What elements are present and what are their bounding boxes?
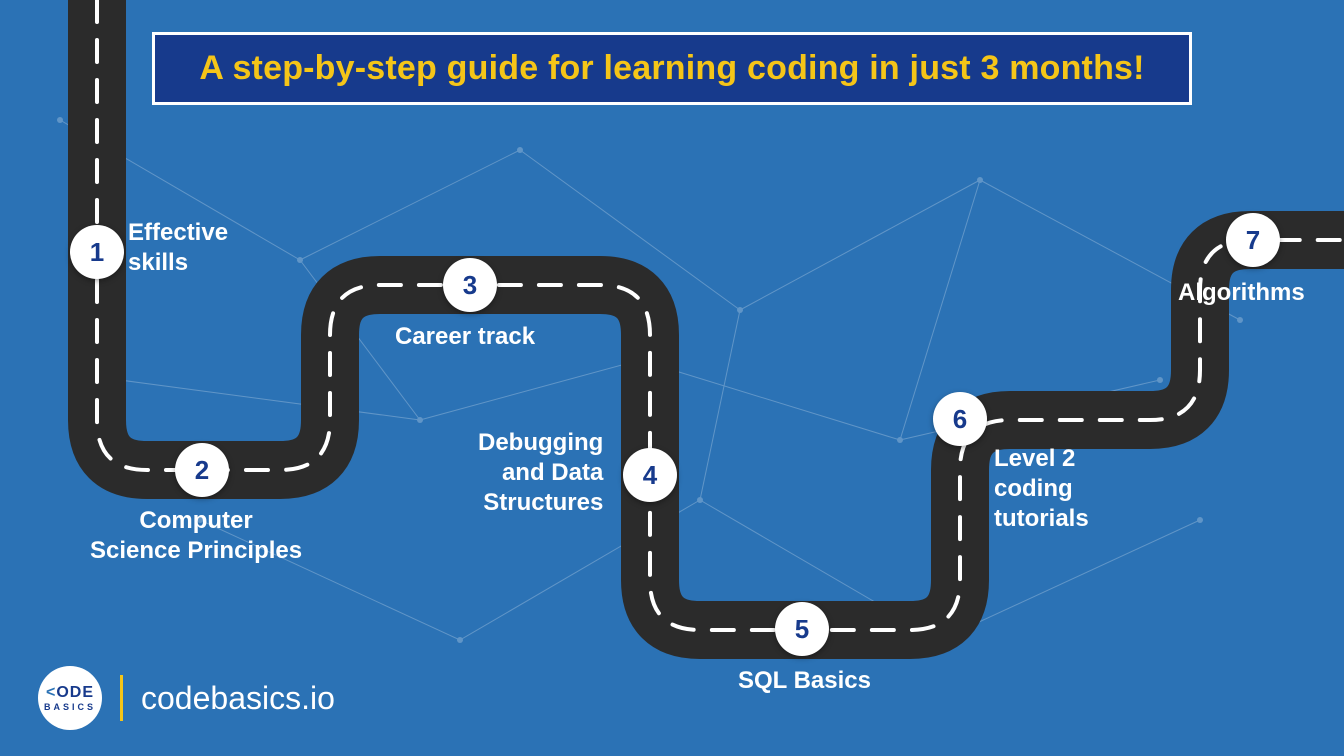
step-marker-6: 6 <box>933 392 987 446</box>
page-title: A step-by-step guide for learning coding… <box>199 49 1144 87</box>
logo-top-text: ODE <box>56 684 94 701</box>
title-banner: A step-by-step guide for learning coding… <box>152 32 1192 105</box>
step-marker-7: 7 <box>1226 213 1280 267</box>
step-marker-4: 4 <box>623 448 677 502</box>
brand-logo: <ODE BASICS <box>38 666 102 730</box>
brand-url: codebasics.io <box>141 680 335 717</box>
step-label-1: Effective skills <box>128 218 228 278</box>
step-number-3: 3 <box>463 270 477 301</box>
step-label-2: Computer Science Principles <box>90 506 302 566</box>
step-number-5: 5 <box>795 614 809 645</box>
step-label-3: Career track <box>395 322 535 352</box>
footer: <ODE BASICS codebasics.io <box>38 666 335 730</box>
step-number-2: 2 <box>195 455 209 486</box>
step-number-4: 4 <box>643 460 657 491</box>
footer-divider <box>120 675 123 721</box>
step-marker-2: 2 <box>175 443 229 497</box>
logo-bottom-text: BASICS <box>44 703 96 712</box>
step-marker-1: 1 <box>70 225 124 279</box>
step-label-6: Level 2 coding tutorials <box>994 444 1089 534</box>
logo-lt-icon: < <box>46 684 56 701</box>
step-number-1: 1 <box>90 237 104 268</box>
step-marker-3: 3 <box>443 258 497 312</box>
step-label-4: Debugging and Data Structures <box>478 428 603 518</box>
step-number-7: 7 <box>1246 225 1260 256</box>
step-label-5: SQL Basics <box>738 666 871 696</box>
step-number-6: 6 <box>953 404 967 435</box>
step-marker-5: 5 <box>775 602 829 656</box>
step-label-7: Algorithms <box>1178 278 1305 308</box>
